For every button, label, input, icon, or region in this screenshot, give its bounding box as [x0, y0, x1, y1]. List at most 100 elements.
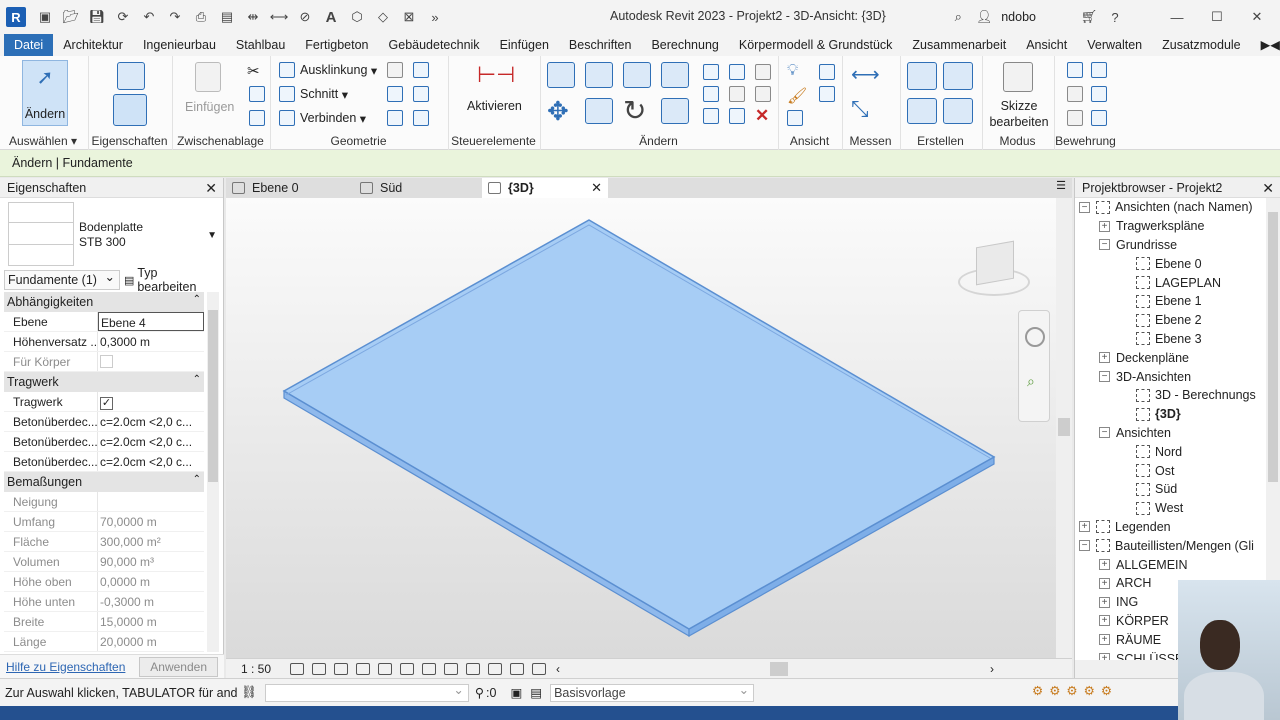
property-value[interactable] [98, 352, 204, 371]
detail-level-icon[interactable] [290, 662, 304, 675]
browser-item[interactable]: − Bauteillisten/Mengen (Gli [1079, 536, 1259, 555]
browser-item[interactable]: {3D} [1079, 405, 1259, 424]
edit-type-icon[interactable]: ▤ [124, 274, 134, 287]
undo-icon[interactable]: ↶ [140, 8, 158, 26]
maximize-icon[interactable]: ☐ [1208, 8, 1226, 26]
create-parts-icon[interactable] [943, 62, 973, 90]
create-similar-icon[interactable] [943, 98, 973, 124]
tab-gebaeudetechnik[interactable]: Gebäudetechnik [379, 34, 490, 56]
help-icon[interactable]: ? [1106, 8, 1124, 26]
browser-item[interactable]: Ebene 0 [1079, 254, 1259, 273]
collapse-icon[interactable]: − [1079, 201, 1090, 213]
lock-3d-icon[interactable] [444, 662, 458, 675]
reveal-hidden-icon[interactable] [488, 662, 502, 675]
viewcube[interactable] [954, 234, 1034, 304]
foundation-slab[interactable] [282, 219, 996, 630]
text-icon[interactable]: A [322, 8, 340, 26]
tab-einfuegen[interactable]: Einfügen [490, 34, 559, 56]
scale-icon[interactable] [729, 86, 745, 102]
hide-element-icon[interactable] [787, 110, 803, 126]
browser-item[interactable]: + Deckenpläne [1079, 348, 1259, 367]
tab-ingenieurbau[interactable]: Ingenieurbau [133, 34, 226, 56]
close-window-icon[interactable]: ✕ [1248, 8, 1266, 26]
join-roof-icon[interactable] [387, 86, 403, 102]
demolish-icon[interactable] [387, 110, 403, 126]
properties-scrollbar[interactable] [207, 292, 219, 652]
copy-icon[interactable] [249, 86, 265, 102]
properties-help-link[interactable]: Hilfe zu Eigenschaften [6, 660, 125, 674]
visual-style-icon[interactable] [312, 662, 326, 675]
view-tab-ebene-0[interactable]: Ebene 0 [226, 178, 352, 198]
fabric-area-icon[interactable] [1091, 86, 1107, 102]
model-canvas[interactable] [226, 198, 1056, 658]
override-graphics-icon[interactable] [819, 64, 835, 80]
cope-button[interactable]: Ausklinkung ▾ [279, 62, 377, 78]
edit-type-button[interactable]: Typ bearbeiten [137, 266, 220, 294]
browser-item[interactable]: West [1079, 499, 1259, 518]
path-reinforcement-icon[interactable] [1067, 86, 1083, 102]
split-gap-icon[interactable] [729, 64, 745, 80]
tab-ansicht[interactable]: Ansicht [1016, 34, 1077, 56]
edit-sketch-button[interactable]: Skizze bearbeiten [987, 98, 1051, 130]
section-icon[interactable]: ◇ [374, 8, 392, 26]
tab-datei[interactable]: Datei [4, 34, 54, 56]
browser-item[interactable]: − Ansichten [1079, 424, 1259, 443]
steering-wheel-icon[interactable] [1025, 327, 1045, 347]
expand-icon[interactable]: + [1099, 559, 1110, 571]
collapse-icon[interactable]: ⌃ [193, 370, 201, 390]
property-value[interactable]: c=2.0cm <2,0 c... [98, 412, 204, 431]
tab-koerpermodell[interactable]: Körpermodell & Grundstück [729, 34, 903, 56]
property-value[interactable]: Ebene 4 [98, 312, 204, 331]
expand-icon[interactable]: + [1099, 634, 1110, 646]
customize-quick-access-icon[interactable]: » [426, 8, 444, 26]
lightbulb-icon[interactable]: 💡︎ [787, 62, 798, 80]
cut-icon[interactable]: ✂ [247, 62, 263, 80]
property-category[interactable]: Abhängigkeiten ⌃ [4, 292, 204, 312]
trim-multiple-icon[interactable] [729, 108, 745, 124]
property-value[interactable]: c=2.0cm <2,0 c... [98, 432, 204, 451]
property-category[interactable]: Tragwerk ⌃ [4, 372, 204, 392]
zoom-icon[interactable]: ⌕ [1027, 373, 1035, 390]
properties-palette-icon[interactable] [113, 94, 147, 126]
align-icon[interactable] [547, 62, 575, 88]
property-value[interactable]: ✓ [98, 392, 204, 411]
type-selector[interactable]: Bodenplatte STB 300 [79, 220, 143, 250]
trim-icon[interactable] [661, 98, 689, 124]
edit-sketch-icon[interactable] [1003, 62, 1033, 92]
mirror-axis-icon[interactable] [623, 62, 651, 88]
rebar-icon[interactable] [1067, 62, 1083, 78]
show-crop-icon[interactable] [422, 662, 436, 675]
browser-item[interactable]: + ALLGEMEIN [1079, 555, 1259, 574]
sync-icon[interactable]: ⟳ [114, 8, 132, 26]
collapse-icon[interactable]: − [1099, 239, 1110, 251]
move-icon[interactable]: ✥ [547, 96, 569, 127]
tab-verwalten[interactable]: Verwalten [1077, 34, 1152, 56]
print-icon[interactable]: ⎙ [192, 8, 210, 26]
join-button[interactable]: Verbinden ▾ [279, 110, 366, 126]
cart-icon[interactable]: 🛒︎ [1080, 8, 1098, 26]
worksharing-icon[interactable]: ⛓ [241, 685, 257, 700]
property-category[interactable]: Bemaßungen ⌃ [4, 472, 204, 492]
fabric-sheet-icon[interactable] [1067, 110, 1083, 126]
browser-item[interactable]: + Legenden [1079, 518, 1259, 537]
split-icon[interactable] [703, 64, 719, 80]
close-tab-icon[interactable]: ✕ [591, 178, 602, 198]
browser-item[interactable]: −3D-Ansichten [1079, 367, 1259, 386]
expand-icon[interactable]: + [1099, 596, 1110, 608]
collapse-icon[interactable]: − [1099, 427, 1110, 439]
scroll-left-icon[interactable]: ‹ [556, 662, 560, 676]
paint-icon[interactable] [413, 86, 429, 102]
checkbox[interactable] [100, 355, 113, 368]
expand-icon[interactable]: + [1079, 521, 1090, 533]
tab-zusatzmodule[interactable]: Zusatzmodule [1152, 34, 1251, 56]
collapse-icon[interactable]: ⌃ [193, 290, 201, 310]
redo-icon[interactable]: ↷ [166, 8, 184, 26]
home-icon[interactable]: ▣ [36, 8, 54, 26]
cut-geometry-button[interactable]: Schnitt ▾ [279, 86, 348, 102]
tab-stahlbau[interactable]: Stahlbau [226, 34, 295, 56]
aligned-dimension-icon[interactable]: ⟷ [270, 8, 289, 26]
browser-item[interactable]: + Tragwerkspläne [1079, 217, 1259, 236]
main-model-icon[interactable]: ▤ [530, 685, 542, 700]
binoculars-icon[interactable]: ⌕ [949, 8, 967, 26]
copy-element-icon[interactable] [585, 98, 613, 124]
